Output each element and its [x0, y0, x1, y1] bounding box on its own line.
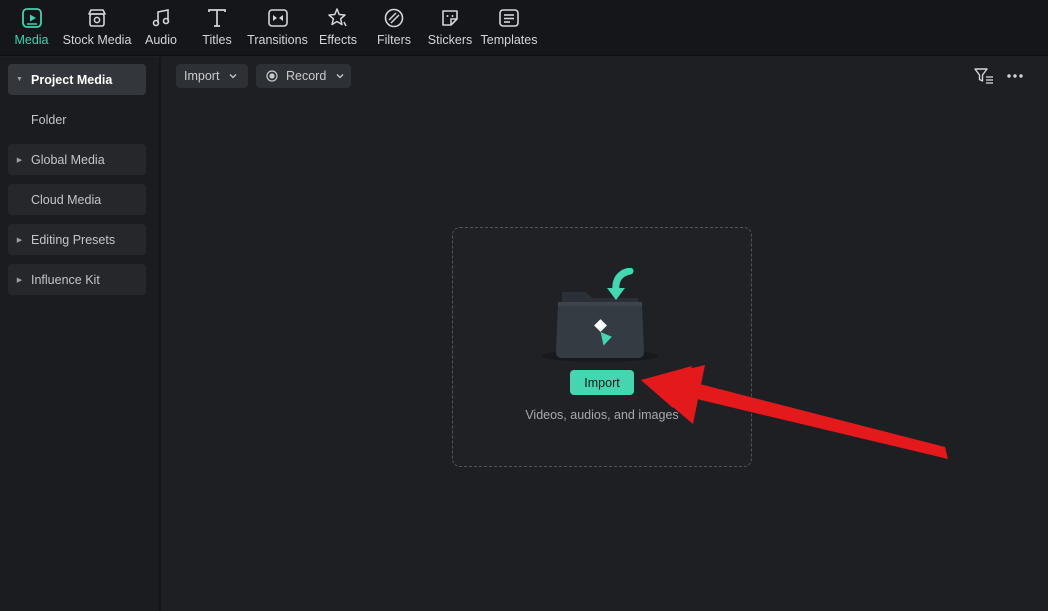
- templates-icon: [498, 7, 520, 29]
- sidebar-item-influence-kit[interactable]: ▶ Influence Kit: [8, 264, 146, 295]
- tab-label: Titles: [202, 33, 232, 47]
- effects-icon: [327, 7, 349, 29]
- sidebar-item-cloud-media[interactable]: Cloud Media: [8, 184, 146, 215]
- chevron-down-icon: [229, 74, 237, 79]
- caret-down-icon: ▼: [16, 76, 23, 83]
- tab-label: Stock Media: [62, 33, 132, 47]
- tab-label: Effects: [319, 33, 357, 47]
- record-icon: [266, 70, 278, 82]
- filters-icon: [383, 7, 405, 29]
- sidebar-item-label: Project Media: [31, 72, 113, 87]
- tab-label: Transitions: [247, 33, 308, 47]
- sidebar-item-global-media[interactable]: ▶ Global Media: [8, 144, 146, 175]
- media-sidebar: ▼ Project Media Folder ▶ Global Media Cl…: [0, 57, 161, 611]
- transitions-icon: [267, 7, 289, 29]
- folder-import-illustration-icon: [540, 267, 660, 363]
- sidebar-item-label: Cloud Media: [31, 192, 102, 207]
- media-icon: [21, 7, 43, 29]
- record-dropdown[interactable]: Record: [256, 64, 351, 88]
- tab-label: Media: [14, 33, 49, 47]
- tab-stickers[interactable]: Stickers: [427, 0, 473, 56]
- tab-audio[interactable]: Audio: [143, 0, 179, 56]
- tab-templates[interactable]: Templates: [480, 0, 538, 56]
- sidebar-item-label: Folder: [31, 112, 67, 127]
- caret-right-icon: ▶: [16, 276, 23, 284]
- import-dropdown-label: Import: [184, 69, 220, 83]
- stickers-icon: [439, 7, 461, 29]
- record-dropdown-label: Record: [286, 69, 327, 83]
- sidebar-item-project-media[interactable]: ▼ Project Media: [8, 64, 146, 95]
- tab-label: Stickers: [427, 33, 473, 47]
- chevron-down-icon: [336, 74, 344, 79]
- sidebar-item-label: Influence Kit: [31, 272, 100, 287]
- audio-icon: [150, 7, 172, 29]
- tab-effects[interactable]: Effects: [319, 0, 357, 56]
- import-button[interactable]: Import: [570, 370, 634, 395]
- titles-icon: [206, 7, 228, 29]
- tab-label: Templates: [480, 33, 538, 47]
- tab-transitions[interactable]: Transitions: [247, 0, 308, 56]
- top-toolbar: Media Stock Media Audio Titles Transitio…: [0, 0, 1048, 56]
- tab-label: Filters: [376, 33, 412, 47]
- tab-media[interactable]: Media: [11, 0, 52, 56]
- sidebar-item-label: Global Media: [31, 152, 105, 167]
- tab-filters[interactable]: Filters: [377, 0, 411, 56]
- sidebar-item-label: Editing Presets: [31, 232, 116, 247]
- caret-right-icon: ▶: [16, 156, 23, 164]
- import-hint-text: Videos, audios, and images: [525, 408, 679, 422]
- import-dropdown[interactable]: Import: [176, 64, 248, 88]
- tab-stock-media[interactable]: Stock Media: [62, 0, 132, 56]
- sidebar-item-editing-presets[interactable]: ▶ Editing Presets: [8, 224, 146, 255]
- caret-right-icon: ▶: [16, 236, 23, 244]
- sidebar-item-folder[interactable]: Folder: [8, 104, 146, 135]
- more-options-icon[interactable]: [1005, 69, 1025, 83]
- tab-label: Audio: [145, 33, 177, 47]
- tab-titles[interactable]: Titles: [202, 0, 232, 56]
- stock-media-icon: [86, 7, 108, 29]
- filter-sort-icon[interactable]: [974, 67, 994, 85]
